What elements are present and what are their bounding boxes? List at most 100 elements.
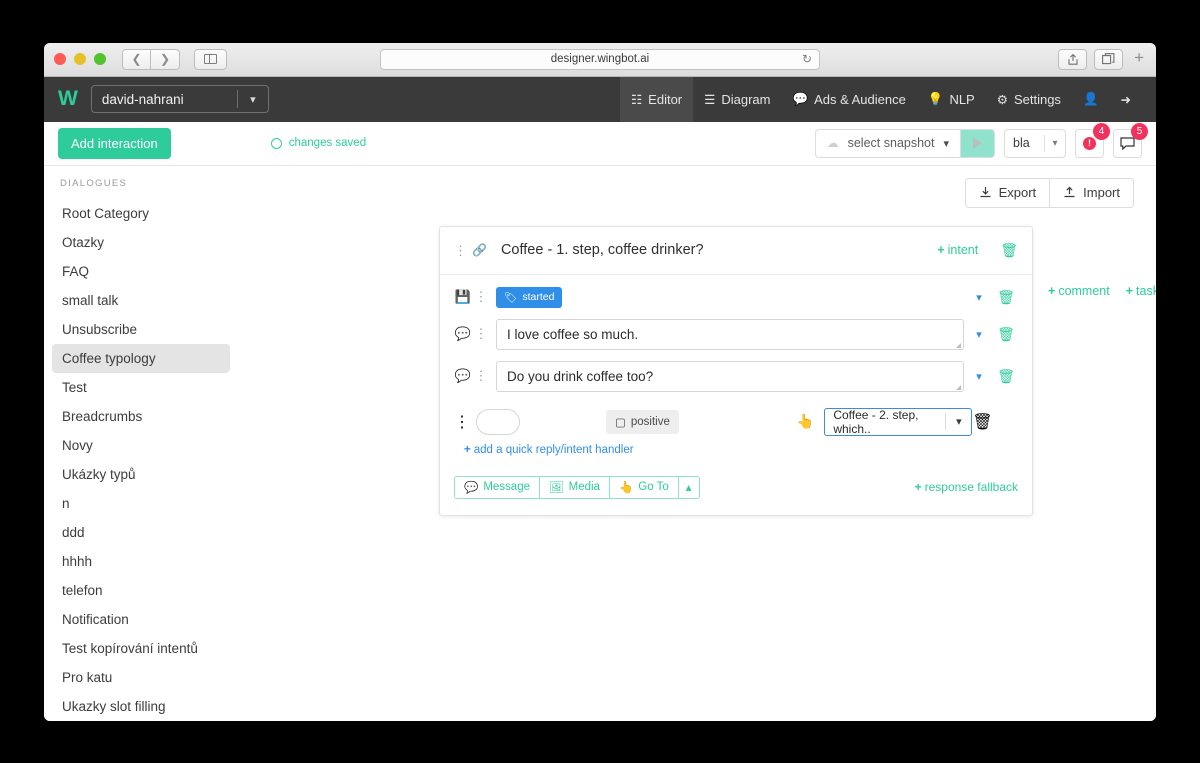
sidebar-item-root-category[interactable]: Root Category bbox=[52, 199, 230, 228]
chevron-down-icon[interactable]: ▾ bbox=[946, 415, 971, 428]
add-goto-button[interactable]: 👆 Go To bbox=[610, 476, 679, 499]
chevron-down-icon[interactable]: ▾ bbox=[964, 370, 994, 383]
card-side-actions: +comment +task bbox=[1048, 284, 1156, 298]
share-icon[interactable] bbox=[1058, 49, 1087, 70]
status-label: changes saved bbox=[289, 137, 366, 149]
sidebar-item-faq[interactable]: FAQ bbox=[52, 257, 230, 286]
kebab-menu-icon[interactable]: ⋮ bbox=[472, 368, 490, 384]
run-snapshot-button[interactable] bbox=[960, 129, 994, 158]
alerts-button[interactable]: ! 4 bbox=[1075, 129, 1104, 158]
goto-target-select[interactable]: Coffee - 2. step, which.. ▾ bbox=[824, 408, 972, 436]
app-header: W david-nahrani ▾ ☷ Editor ☰ Diagram 💬 A… bbox=[44, 77, 1156, 122]
forward-icon[interactable]: ❯ bbox=[151, 49, 180, 70]
sidebar-item-coffee-typology[interactable]: Coffee typology bbox=[52, 344, 230, 373]
project-name: david-nahrani bbox=[102, 92, 184, 107]
sidebar-item-test-kopirovani-intentu[interactable]: Test kopírování intentů bbox=[52, 634, 230, 663]
delete-card-icon[interactable]: 🗑 bbox=[1000, 242, 1018, 259]
snapshot-control: ☁ select snapshot ▾ bbox=[815, 129, 995, 158]
sidebar-item-novy[interactable]: Novy bbox=[52, 431, 230, 460]
download-icon bbox=[979, 186, 992, 199]
chevron-down-icon[interactable]: ▾ bbox=[238, 93, 268, 106]
delete-quick-reply-icon[interactable]: 🗑 bbox=[972, 412, 992, 432]
status-badge[interactable]: 🏷 started bbox=[496, 287, 562, 308]
bla-select[interactable]: bla ▾ bbox=[1004, 129, 1066, 158]
editor-toolbar: Add interaction changes saved ☁ select s… bbox=[44, 122, 1156, 166]
snapshot-select[interactable]: ☁ select snapshot ▾ bbox=[816, 136, 960, 150]
sidebar-item-ddd[interactable]: ddd bbox=[52, 518, 230, 547]
chevron-down-icon[interactable]: ▾ bbox=[964, 328, 994, 341]
sidebar-item-pro-katu[interactable]: Pro katu bbox=[52, 663, 230, 692]
show-tabs-icon[interactable] bbox=[1094, 49, 1123, 70]
maximize-window-button[interactable] bbox=[94, 53, 106, 65]
card-title: Coffee - 1. step, coffee drinker? bbox=[501, 242, 704, 258]
message-icon: 💬 bbox=[454, 368, 472, 384]
sidebar-item-breadcrumbs[interactable]: Breadcrumbs bbox=[52, 402, 230, 431]
sidebar-item-ukazky-typu[interactable]: Ukázky typů bbox=[52, 460, 230, 489]
kebab-menu-icon[interactable]: ⋮ bbox=[454, 412, 470, 432]
nav-item-ads-audience[interactable]: 💬 Ads & Audience bbox=[781, 77, 916, 122]
kebab-menu-icon[interactable]: ⋮ bbox=[472, 326, 490, 342]
delete-row-icon[interactable]: 🗑 bbox=[994, 368, 1018, 385]
nav-label: Settings bbox=[1014, 92, 1061, 107]
status-ring-icon bbox=[271, 138, 282, 149]
sidebar-item-n[interactable]: n bbox=[52, 489, 230, 518]
message-text-input[interactable]: Do you drink coffee too? bbox=[496, 361, 964, 392]
diagram-icon: ☰ bbox=[704, 92, 715, 107]
logout-icon[interactable]: ➜ bbox=[1110, 77, 1142, 122]
sidebar-item-test[interactable]: Test bbox=[52, 373, 230, 402]
minimize-window-button[interactable] bbox=[74, 53, 86, 65]
sidebar-toggle-icon[interactable] bbox=[194, 49, 227, 70]
message-text-input[interactable]: I love coffee so much. bbox=[496, 319, 964, 350]
sidebar-item-telefon[interactable]: telefon bbox=[52, 576, 230, 605]
add-interaction-button[interactable]: Add interaction bbox=[58, 128, 171, 159]
add-comment-link[interactable]: +comment bbox=[1048, 284, 1110, 298]
delete-row-icon[interactable]: 🗑 bbox=[994, 326, 1018, 343]
address-bar[interactable]: designer.wingbot.ai ↻ bbox=[380, 49, 820, 70]
save-status: changes saved bbox=[271, 137, 366, 149]
card-row-tag: 💾 ⋮ 🏷 started ▾ 🗑 bbox=[454, 287, 1018, 308]
quick-reply-row: ⋮ ▢ positive 👆 Coffee - 2. step, which..… bbox=[454, 408, 1018, 436]
nav-item-nlp[interactable]: 💡 NLP bbox=[917, 77, 986, 122]
card-body: 💾 ⋮ 🏷 started ▾ 🗑 💬 ⋮ bbox=[440, 275, 1032, 462]
card-header: ⋮ 🔗 Coffee - 1. step, coffee drinker? +i… bbox=[440, 227, 1032, 275]
sidebar-item-otazky[interactable]: Otazky bbox=[52, 228, 230, 257]
close-window-button[interactable] bbox=[54, 53, 66, 65]
user-icon[interactable]: 👤 bbox=[1072, 77, 1110, 122]
add-response-fallback-link[interactable]: + response fallback bbox=[915, 480, 1018, 494]
goto-hand-icon: 👆 bbox=[619, 480, 633, 494]
nav-item-diagram[interactable]: ☰ Diagram bbox=[693, 77, 781, 122]
kebab-menu-icon[interactable]: ⋮ bbox=[454, 244, 466, 257]
quick-reply-input[interactable] bbox=[476, 409, 520, 435]
collapse-toolbar-button[interactable]: ▴ bbox=[679, 476, 700, 499]
nav-item-settings[interactable]: ⚙ Settings bbox=[986, 77, 1072, 122]
intent-chip[interactable]: ▢ positive bbox=[606, 410, 679, 434]
sidebar-item-notification[interactable]: Notification bbox=[52, 605, 230, 634]
back-icon[interactable]: ❮ bbox=[122, 49, 151, 70]
add-message-button[interactable]: 💬 Message bbox=[454, 476, 540, 499]
import-button[interactable]: Import bbox=[1050, 178, 1134, 208]
add-intent-button[interactable]: +intent bbox=[937, 243, 978, 257]
nav-item-editor[interactable]: ☷ Editor bbox=[620, 77, 693, 122]
add-quick-reply-link[interactable]: + add a quick reply/intent handler bbox=[464, 444, 1018, 456]
sidebar-item-hhhh[interactable]: hhhh bbox=[52, 547, 230, 576]
sidebar-item-unsubscribe[interactable]: Unsubscribe bbox=[52, 315, 230, 344]
nav-label: Editor bbox=[648, 92, 682, 107]
sidebar-item-small-talk[interactable]: small talk bbox=[52, 286, 230, 315]
link-icon[interactable]: 🔗 bbox=[472, 243, 487, 257]
add-media-button[interactable]: 🖼 Media bbox=[540, 476, 610, 499]
reload-icon[interactable]: ↻ bbox=[802, 52, 812, 66]
tag-icon: 🏷 bbox=[504, 291, 517, 304]
add-task-link[interactable]: +task bbox=[1126, 284, 1156, 298]
nav-label: Ads & Audience bbox=[814, 92, 906, 107]
delete-row-icon[interactable]: 🗑 bbox=[994, 289, 1018, 306]
project-selector[interactable]: david-nahrani ▾ bbox=[91, 85, 269, 113]
chevron-down-icon[interactable]: ▾ bbox=[1045, 138, 1065, 149]
export-button[interactable]: Export bbox=[965, 178, 1051, 208]
import-label: Import bbox=[1083, 185, 1120, 200]
chevron-down-icon[interactable]: ▾ bbox=[964, 291, 994, 304]
kebab-menu-icon[interactable]: ⋮ bbox=[472, 289, 490, 305]
sidebar-item-ukazky-slot-filling[interactable]: Ukazky slot filling bbox=[52, 692, 230, 721]
browser-navigation: ❮ ❯ bbox=[122, 49, 180, 70]
new-tab-button[interactable]: + bbox=[1130, 48, 1146, 70]
comments-button[interactable]: 5 bbox=[1113, 129, 1142, 158]
